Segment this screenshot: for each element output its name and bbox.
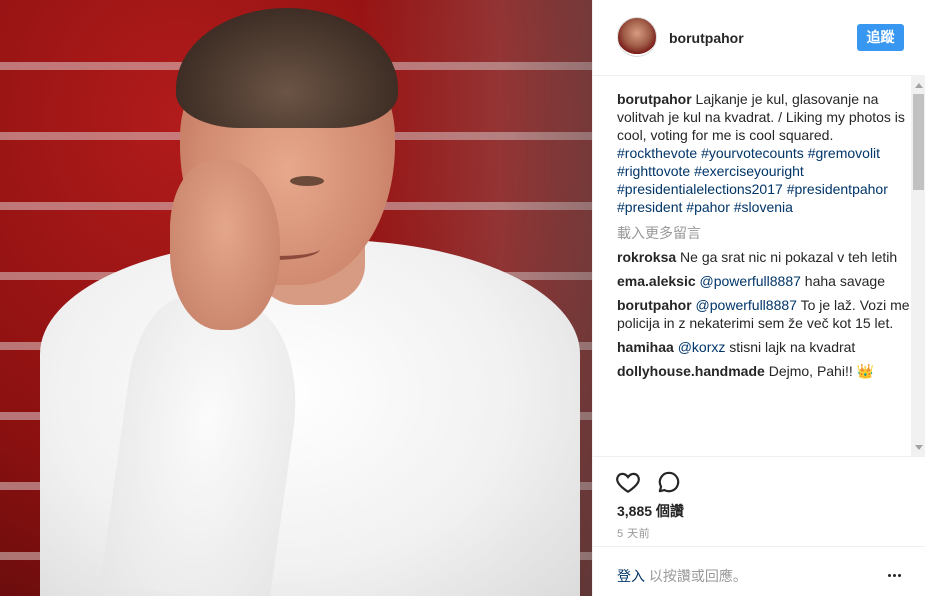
post-footer: 登入 以按讚或回應。 bbox=[593, 546, 925, 596]
author-avatar[interactable] bbox=[617, 17, 657, 57]
caption-hashtags: #rockthevote #yourvotecounts #gremovolit… bbox=[617, 145, 888, 215]
comment-item: hamihaa @korxz stisni lajk na kvadrat bbox=[617, 338, 917, 356]
hashtag-link[interactable]: #pahor bbox=[686, 199, 730, 215]
scroll-up-arrow[interactable] bbox=[915, 83, 923, 88]
caption-username[interactable]: borutpahor bbox=[617, 91, 692, 107]
hashtag-link[interactable]: #righttovote bbox=[617, 163, 690, 179]
hashtag-link[interactable]: #gremovolit bbox=[808, 145, 880, 161]
post-timestamp[interactable]: 5 天前 bbox=[617, 525, 650, 541]
comment-username[interactable]: dollyhouse.handmade bbox=[617, 363, 765, 379]
comments-list: borutpahor Lajkanje je kul, glasovanje n… bbox=[617, 90, 917, 456]
scroll-down-arrow[interactable] bbox=[915, 445, 923, 450]
comment-username[interactable]: rokroksa bbox=[617, 249, 676, 265]
post-photo bbox=[0, 0, 592, 596]
comment-username[interactable]: ema.aleksic bbox=[617, 273, 696, 289]
login-suffix: 以按讚或回應。 bbox=[645, 568, 747, 584]
scroll-thumb[interactable] bbox=[913, 94, 924, 190]
post-side-panel: borutpahor 追蹤 borutpahor Lajkanje je kul… bbox=[592, 0, 925, 596]
comment-text: Ne ga srat nic ni pokazal v teh letih bbox=[680, 249, 898, 265]
comment-username[interactable]: borutpahor bbox=[617, 297, 692, 313]
more-options-icon[interactable] bbox=[888, 564, 906, 577]
like-count[interactable]: 3,885 個讚 bbox=[617, 501, 684, 521]
comment-mention[interactable]: @powerfull8887 bbox=[696, 297, 797, 313]
caption: borutpahor Lajkanje je kul, glasovanje n… bbox=[617, 90, 917, 216]
hashtag-link[interactable]: #presidentpahor bbox=[787, 181, 888, 197]
comment-mention[interactable]: @powerfull8887 bbox=[700, 273, 801, 289]
post-actions: 3,885 個讚 5 天前 bbox=[593, 456, 925, 546]
load-more-comments[interactable]: 載入更多留言 bbox=[617, 224, 917, 242]
comment-item: borutpahor @powerfull8887 To je laž. Voz… bbox=[617, 296, 917, 332]
comment-text: haha savage bbox=[804, 273, 885, 289]
comment-username[interactable]: hamihaa bbox=[617, 339, 674, 355]
hashtag-link[interactable]: #yourvotecounts bbox=[701, 145, 804, 161]
hashtag-link[interactable]: #rockthevote bbox=[617, 145, 697, 161]
comment-text: Dejmo, Pahi!! 👑 bbox=[768, 363, 875, 379]
login-prompt: 登入 以按讚或回應。 bbox=[617, 566, 747, 586]
comment-item: ema.aleksic @powerfull8887 haha savage bbox=[617, 272, 917, 290]
comments-scrollbar[interactable] bbox=[911, 76, 925, 456]
comment-icon[interactable] bbox=[656, 469, 682, 495]
post-header: borutpahor 追蹤 bbox=[593, 0, 925, 76]
comment-item: rokroksa Ne ga srat nic ni pokazal v teh… bbox=[617, 248, 917, 266]
follow-button[interactable]: 追蹤 bbox=[857, 24, 904, 51]
comment-item: dollyhouse.handmade Dejmo, Pahi!! 👑 bbox=[617, 362, 917, 380]
hashtag-link[interactable]: #president bbox=[617, 199, 682, 215]
comment-mention[interactable]: @korxz bbox=[678, 339, 726, 355]
hashtag-link[interactable]: #exerciseyouright bbox=[694, 163, 804, 179]
hashtag-link[interactable]: #presidentialelections2017 bbox=[617, 181, 783, 197]
comment-text: stisni lajk na kvadrat bbox=[729, 339, 856, 355]
hashtag-link[interactable]: #slovenia bbox=[734, 199, 793, 215]
login-link[interactable]: 登入 bbox=[617, 568, 645, 584]
heart-icon[interactable] bbox=[615, 469, 641, 495]
author-username[interactable]: borutpahor bbox=[669, 30, 744, 46]
